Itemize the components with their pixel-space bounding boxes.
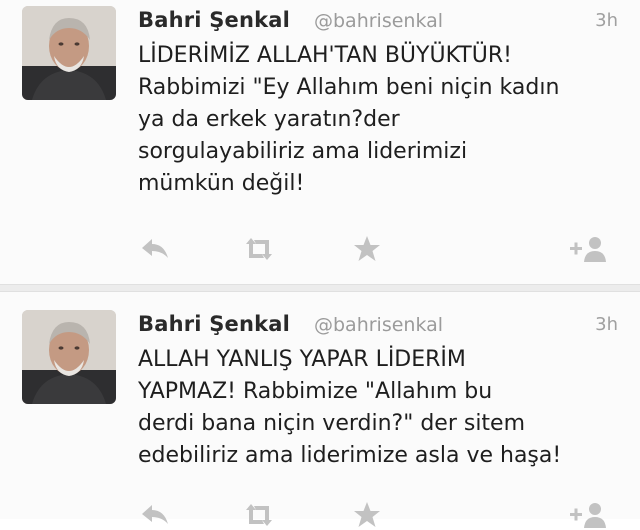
tweet-actions — [138, 500, 618, 530]
tweet-timestamp[interactable]: 3h — [595, 10, 618, 31]
avatar[interactable] — [22, 6, 116, 100]
author-name[interactable]: Bahri Şenkal — [138, 8, 290, 32]
tweet-text-line: mümkün değil! — [138, 171, 305, 196]
tweet[interactable]: Bahri Şenkal @bahrisenkal 3h LİDERİMİZ A… — [0, 0, 640, 284]
retweet-icon[interactable] — [242, 234, 276, 264]
follow-icon[interactable] — [568, 234, 606, 264]
tweet-actions — [138, 234, 618, 264]
author-name[interactable]: Bahri Şenkal — [138, 312, 290, 336]
tweet-text-line: edebiliriz ama liderimize asla ve haşa! — [138, 443, 562, 468]
tweet-text-line: sorgulayabiliriz ama liderimizi — [138, 139, 468, 164]
tweet-text-line: YAPMAZ! Rabbimize "Allahım bu — [138, 379, 493, 404]
tweet-text-line: LİDERİMİZ ALLAH'TAN BÜYÜKTÜR! — [138, 43, 512, 68]
retweet-icon[interactable] — [242, 500, 276, 530]
favorite-icon[interactable] — [350, 500, 384, 530]
author-handle[interactable]: @bahrisenkal — [314, 10, 443, 32]
tweet-text: LİDERİMİZ ALLAH'TAN BÜYÜKTÜR! Rabbimizi … — [138, 40, 618, 200]
tweet-feed: Bahri Şenkal @bahrisenkal 3h LİDERİMİZ A… — [0, 0, 640, 528]
reply-icon[interactable] — [138, 234, 172, 264]
tweet-divider — [0, 284, 640, 292]
tweet-text-line: ya da erkek yaratın?der — [138, 107, 400, 132]
reply-icon[interactable] — [138, 500, 172, 530]
avatar[interactable] — [22, 310, 116, 404]
author-handle[interactable]: @bahrisenkal — [314, 314, 443, 336]
favorite-icon[interactable] — [350, 234, 384, 264]
tweet-text-line: derdi bana niçin verdin?" der sitem — [138, 411, 526, 436]
tweet-timestamp[interactable]: 3h — [595, 314, 618, 335]
tweet-text-line: Rabbimizi "Ey Allahım beni niçin kadın — [138, 75, 560, 100]
tweet-text-line: ALLAH YANLIŞ YAPAR LİDERİM — [138, 347, 466, 372]
follow-icon[interactable] — [568, 500, 606, 530]
tweet-text: ALLAH YANLIŞ YAPAR LİDERİM YAPMAZ! Rabbi… — [138, 344, 618, 472]
tweet[interactable]: Bahri Şenkal @bahrisenkal 3h ALLAH YANLI… — [0, 292, 640, 528]
